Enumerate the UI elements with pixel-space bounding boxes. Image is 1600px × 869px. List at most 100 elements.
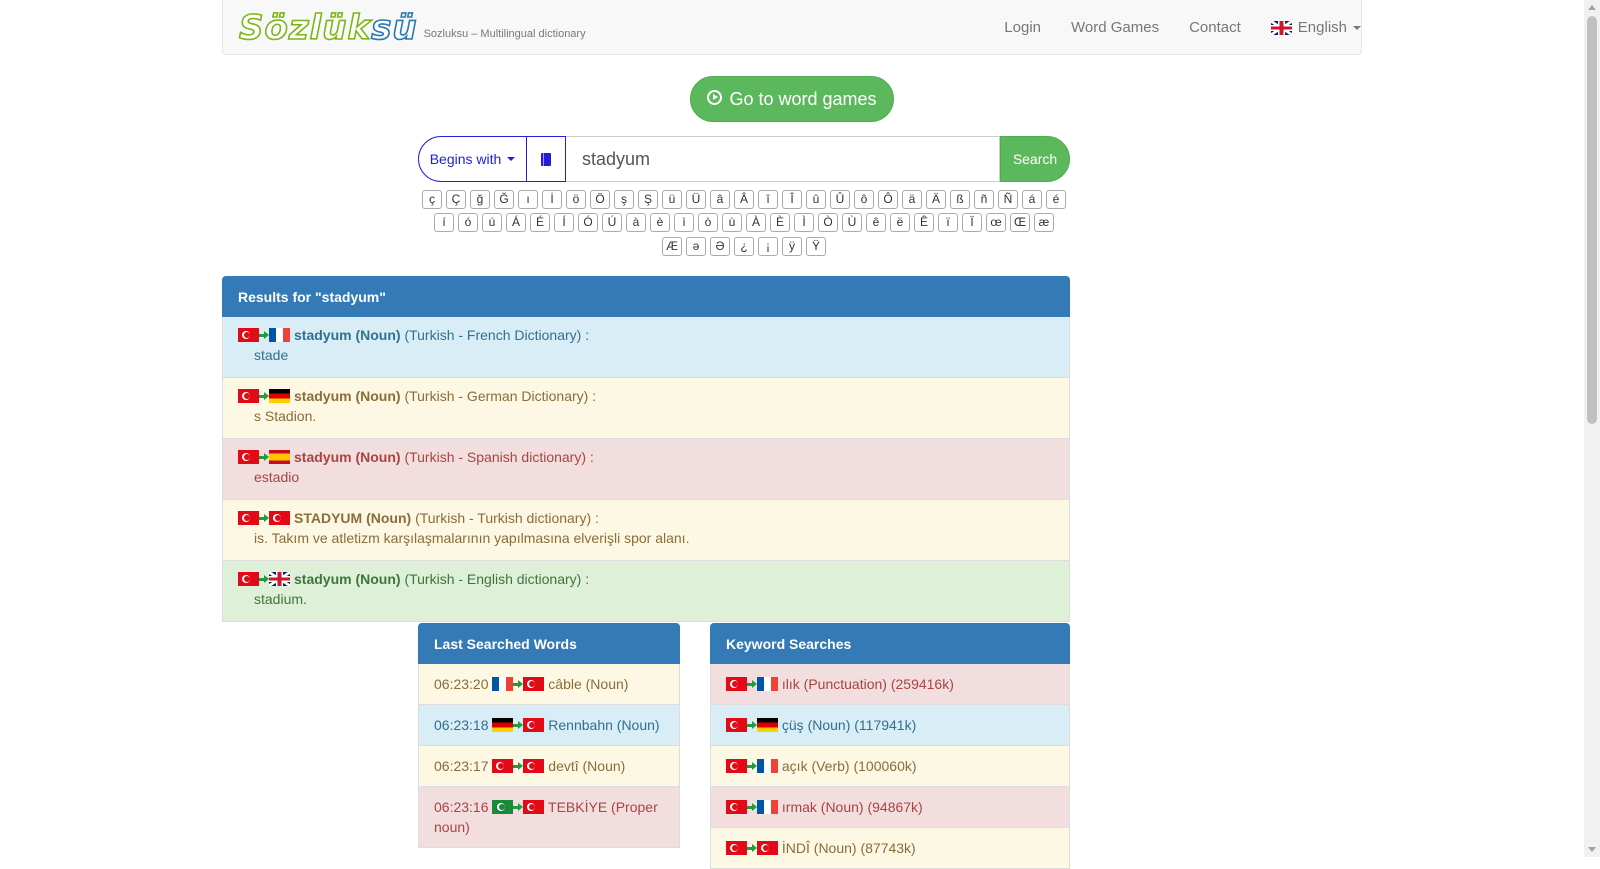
- special-char-button[interactable]: Í: [554, 213, 574, 232]
- nav-login[interactable]: Login: [989, 19, 1056, 36]
- page-scrollbar[interactable]: [1584, 0, 1600, 857]
- nav-contact[interactable]: Contact: [1174, 19, 1256, 36]
- dictionary-select-button[interactable]: [527, 136, 566, 182]
- special-char-button[interactable]: ¿: [734, 236, 754, 256]
- special-char-button[interactable]: Ç: [446, 189, 466, 209]
- tr-flag-icon: [492, 759, 514, 773]
- last-searched-item[interactable]: 06:23:18 Rennbahn (Noun): [418, 705, 680, 746]
- special-char-button[interactable]: È: [770, 213, 790, 232]
- special-char-button[interactable]: É: [530, 213, 550, 232]
- special-char-button[interactable]: ü: [662, 189, 682, 209]
- special-char-button[interactable]: ë: [890, 213, 910, 232]
- special-char-button[interactable]: Ÿ: [806, 236, 826, 256]
- result-word: stadyum (Noun): [294, 449, 401, 465]
- searched-word: devtî (Noun): [548, 758, 626, 774]
- arrow-right-icon: [513, 800, 524, 814]
- special-char-button[interactable]: Ô: [878, 189, 898, 209]
- special-char-button[interactable]: ñ: [974, 189, 994, 209]
- special-char-button[interactable]: Ï: [962, 213, 982, 232]
- special-char-button[interactable]: Ä: [926, 189, 946, 209]
- special-char-button[interactable]: á: [1022, 189, 1042, 209]
- special-char-button[interactable]: ÿ: [782, 236, 802, 256]
- brand-logo[interactable]: Sözlüksü Sozluksu – Multilingual diction…: [238, 9, 585, 47]
- special-char-button[interactable]: û: [806, 189, 826, 209]
- special-char-button[interactable]: Æ: [662, 236, 682, 256]
- keyword-search-item[interactable]: ırmak (Noun) (94867k): [710, 787, 1070, 828]
- special-char-button[interactable]: İ: [542, 189, 562, 209]
- special-char-button[interactable]: Î: [782, 189, 802, 209]
- special-char-button[interactable]: Ò: [818, 213, 838, 232]
- special-char-button[interactable]: í: [434, 213, 454, 232]
- result-item[interactable]: stadyum (Noun) (Turkish - Spanish dictio…: [222, 439, 1070, 500]
- special-char-button[interactable]: ö: [566, 189, 586, 209]
- special-char-button[interactable]: Á: [506, 213, 526, 232]
- special-char-button[interactable]: ù: [722, 213, 742, 232]
- keyword-searches-title: Keyword Searches: [710, 623, 1070, 664]
- special-char-button[interactable]: ə: [686, 236, 706, 256]
- special-char-button[interactable]: ú: [482, 213, 502, 232]
- keyword-search-item[interactable]: İNDÎ (Noun) (87743k): [710, 828, 1070, 869]
- special-char-button[interactable]: ò: [698, 213, 718, 232]
- special-char-button[interactable]: Œ: [1010, 213, 1030, 232]
- result-item[interactable]: STADYUM (Noun) (Turkish - Turkish dictio…: [222, 500, 1070, 561]
- special-char-button[interactable]: è: [650, 213, 670, 232]
- special-char-button[interactable]: œ: [986, 213, 1006, 232]
- special-char-button[interactable]: ó: [458, 213, 478, 232]
- scroll-up-icon[interactable]: [1588, 5, 1596, 10]
- special-char-button[interactable]: Ö: [590, 189, 610, 209]
- arrow-right-icon: [259, 572, 269, 586]
- special-char-button[interactable]: é: [1046, 189, 1066, 209]
- special-char-button[interactable]: Û: [830, 189, 850, 209]
- special-char-button[interactable]: ğ: [470, 189, 490, 209]
- special-char-button[interactable]: Ù: [842, 213, 862, 232]
- keyword-search-item[interactable]: çüş (Noun) (117941k): [710, 705, 1070, 746]
- special-char-button[interactable]: ï: [938, 213, 958, 232]
- last-searched-item[interactable]: 06:23:20 câble (Noun): [418, 664, 680, 705]
- search-time: 06:23:17: [434, 758, 489, 774]
- scroll-down-icon[interactable]: [1588, 847, 1596, 852]
- tr-flag-icon: [238, 328, 259, 342]
- result-item[interactable]: stadyum (Noun) (Turkish - English dictio…: [222, 561, 1070, 622]
- keyword-search-item[interactable]: ılık (Punctuation) (259416k): [710, 664, 1070, 705]
- special-char-button[interactable]: ä: [902, 189, 922, 209]
- search-input[interactable]: [566, 136, 1000, 182]
- special-char-button[interactable]: Ü: [686, 189, 706, 209]
- special-char-button[interactable]: Ə: [710, 236, 730, 256]
- go-to-word-games-button[interactable]: Go to word games: [690, 76, 894, 122]
- nav-word-games[interactable]: Word Games: [1056, 19, 1174, 36]
- search-mode-dropdown[interactable]: Begins with: [418, 136, 527, 182]
- special-char-button[interactable]: ç: [422, 189, 442, 209]
- language-dropdown[interactable]: English: [1256, 19, 1361, 36]
- special-char-button[interactable]: à: [626, 213, 646, 232]
- result-item[interactable]: stadyum (Noun) (Turkish - German Diction…: [222, 378, 1070, 439]
- special-char-button[interactable]: ô: [854, 189, 874, 209]
- special-char-button[interactable]: Ì: [794, 213, 814, 232]
- scrollbar-thumb[interactable]: [1587, 16, 1597, 424]
- search-button[interactable]: Search: [1000, 136, 1070, 182]
- special-char-button[interactable]: æ: [1034, 213, 1054, 232]
- special-char-button[interactable]: ß: [950, 189, 970, 209]
- special-char-button[interactable]: Ú: [602, 213, 622, 232]
- tr-flag-icon: [523, 800, 545, 814]
- special-char-button[interactable]: ı: [518, 189, 538, 209]
- result-word: stadyum (Noun): [294, 327, 401, 343]
- special-char-button[interactable]: Ş: [638, 189, 658, 209]
- last-searched-item[interactable]: 06:23:17 devtî (Noun): [418, 746, 680, 787]
- special-char-button[interactable]: Ğ: [494, 189, 514, 209]
- special-char-button[interactable]: Ó: [578, 213, 598, 232]
- special-char-button[interactable]: ¡: [758, 236, 778, 256]
- caret-down-icon: [507, 157, 516, 161]
- special-char-button[interactable]: ì: [674, 213, 694, 232]
- keyword-search-item[interactable]: açık (Verb) (100060k): [710, 746, 1070, 787]
- result-item[interactable]: stadyum (Noun) (Turkish - French Diction…: [222, 317, 1070, 378]
- result-definition: is. Takım ve atletizm karşılaşmalarının …: [254, 530, 690, 546]
- special-char-button[interactable]: ê: [866, 213, 886, 232]
- special-char-button[interactable]: Ñ: [998, 189, 1018, 209]
- last-searched-item[interactable]: 06:23:16 TEBKİYE (Proper noun): [418, 787, 680, 848]
- special-char-button[interactable]: Ê: [914, 213, 934, 232]
- special-char-button[interactable]: â: [710, 189, 730, 209]
- special-char-button[interactable]: ş: [614, 189, 634, 209]
- special-char-button[interactable]: À: [746, 213, 766, 232]
- special-char-button[interactable]: Â: [734, 189, 754, 209]
- special-char-button[interactable]: î: [758, 189, 778, 209]
